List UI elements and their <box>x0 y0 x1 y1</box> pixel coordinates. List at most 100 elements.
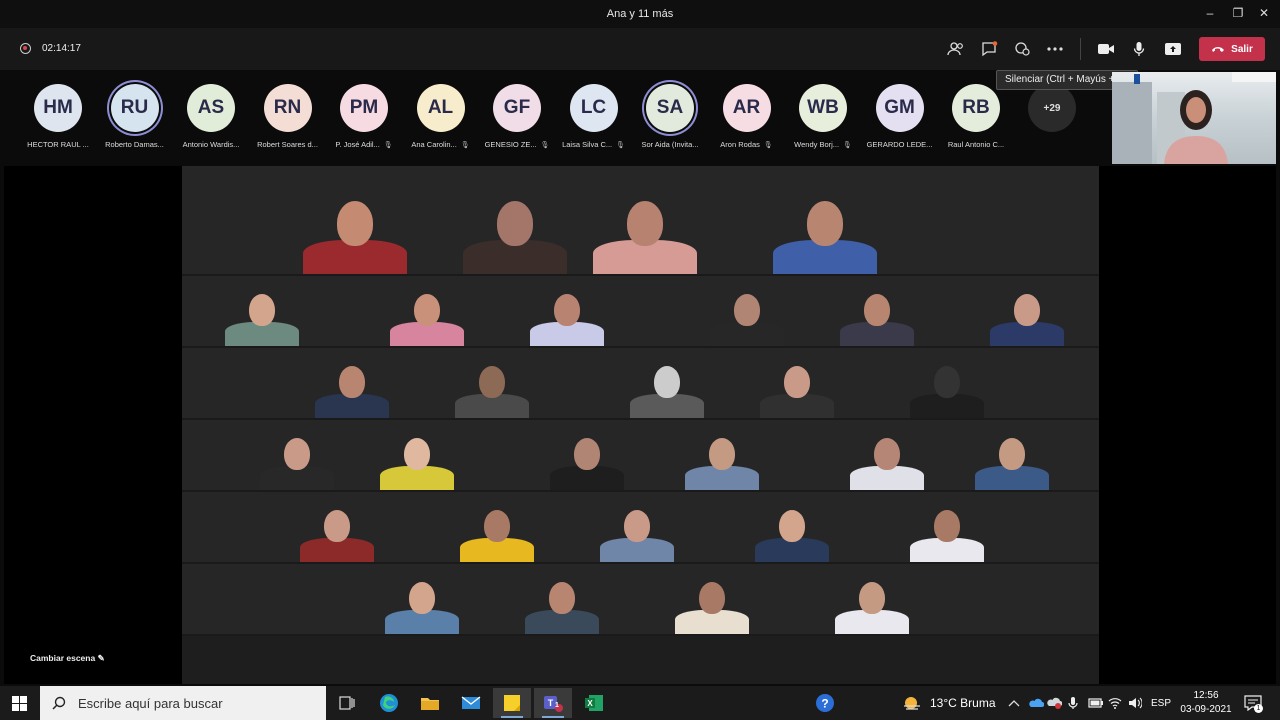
mic-icon[interactable] <box>1128 39 1150 59</box>
participant-video[interactable] <box>747 490 837 562</box>
participant-video[interactable] <box>677 418 767 490</box>
participant-tile[interactable]: AR Aron Rodas 🎙︎ <box>709 84 785 149</box>
muted-mic-icon: 🎙︎ <box>536 142 550 149</box>
participant-name: Roberto Damas... <box>97 140 173 149</box>
participant-video[interactable] <box>382 274 472 346</box>
avatar: HM <box>34 84 82 132</box>
participant-video[interactable] <box>967 418 1057 490</box>
participant-tile[interactable]: WB Wendy Borj... 🎙︎ <box>785 84 861 149</box>
participant-tile[interactable]: RN Robert Soares d... <box>250 84 326 149</box>
participant-video[interactable] <box>522 274 612 346</box>
more-participants-button[interactable]: +29 <box>1028 84 1076 132</box>
participant-video[interactable] <box>292 164 418 274</box>
participant-name: Antonio Wardis... <box>173 140 249 149</box>
chevron-up-icon[interactable] <box>1008 686 1020 720</box>
help-icon[interactable]: ? <box>806 688 844 718</box>
notifications-icon[interactable]: 1 <box>1244 686 1263 720</box>
task-view-icon[interactable] <box>328 688 366 718</box>
windows-start-icon[interactable] <box>12 696 27 716</box>
mail-icon[interactable] <box>452 688 490 718</box>
participant-video[interactable] <box>372 418 462 490</box>
participant-video[interactable] <box>542 418 632 490</box>
participant-video[interactable] <box>582 164 708 274</box>
participant-name: HECTOR RAUL ... <box>20 140 96 149</box>
edge-browser-icon[interactable] <box>370 688 408 718</box>
avatar: LC <box>569 84 618 132</box>
onedrive-icon[interactable] <box>1028 686 1044 720</box>
change-scene-button[interactable]: Cambiar escena ✎ <box>30 653 105 664</box>
participant-head <box>414 294 440 326</box>
participant-video[interactable] <box>307 346 397 418</box>
window-titlebar: Ana y 11 más – ❐ ✕ <box>0 0 1280 28</box>
participant-video[interactable] <box>982 274 1072 346</box>
participant-tile[interactable]: SA Sor Aida (Invita... <box>632 84 708 149</box>
participant-tile[interactable]: AS Antonio Wardis... <box>173 84 249 149</box>
leave-button[interactable]: Salir <box>1199 37 1265 61</box>
avatar: AR <box>722 84 771 132</box>
participant-video[interactable] <box>452 490 542 562</box>
participant-video[interactable] <box>667 562 757 634</box>
participant-video[interactable] <box>702 274 792 346</box>
participant-video[interactable] <box>827 562 917 634</box>
participant-video[interactable] <box>252 418 342 490</box>
participant-video[interactable] <box>447 346 537 418</box>
avatar: RU <box>110 84 159 132</box>
meeting-timer: 02:14:17 <box>42 43 81 54</box>
teams-icon[interactable]: T 1 <box>534 688 572 718</box>
participant-video[interactable] <box>217 274 307 346</box>
muted-mic-icon: 🎙︎ <box>759 142 773 149</box>
participant-tile[interactable]: HM HECTOR RAUL ... <box>20 84 96 149</box>
chat-icon[interactable] <box>978 39 1000 59</box>
close-button[interactable]: ✕ <box>1254 6 1274 20</box>
restore-button[interactable]: ❐ <box>1228 6 1248 20</box>
microphone-tray-icon[interactable] <box>1068 686 1078 720</box>
taskbar-search-box[interactable]: Escribe aquí para buscar <box>40 686 326 720</box>
participant-tile[interactable]: GF GENESIO ZE... 🎙︎ <box>479 84 555 149</box>
participant-video[interactable] <box>292 490 382 562</box>
participant-name: Laisa Silva C... 🎙︎ <box>556 140 632 149</box>
onedrive-sync-icon[interactable] <box>1046 686 1062 720</box>
share-screen-icon[interactable] <box>1162 39 1184 59</box>
participants-icon[interactable] <box>945 39 967 59</box>
participant-video[interactable] <box>842 418 932 490</box>
participant-tile[interactable]: GM GERARDO LEDE... <box>862 84 938 149</box>
participant-tile[interactable]: LC Laisa Silva C... 🎙︎ <box>556 84 632 149</box>
file-explorer-icon[interactable] <box>411 688 449 718</box>
minimize-button[interactable]: – <box>1200 6 1220 20</box>
weather-text: 13°C Bruma <box>930 696 996 710</box>
participant-video[interactable] <box>622 346 712 418</box>
participant-video[interactable] <box>452 164 578 274</box>
participant-tile[interactable]: AL Ana Carolin... 🎙︎ <box>403 84 479 149</box>
volume-icon[interactable] <box>1128 686 1142 720</box>
camera-icon[interactable] <box>1095 39 1117 59</box>
excel-icon[interactable]: X <box>575 688 613 718</box>
more-options-icon[interactable] <box>1044 39 1066 59</box>
weather-widget[interactable]: 13°C Bruma <box>902 686 996 720</box>
participant-name-text: GERARDO LEDE... <box>866 140 933 149</box>
participant-video[interactable] <box>832 274 922 346</box>
battery-icon[interactable] <box>1088 686 1104 720</box>
language-indicator[interactable]: ESP <box>1151 686 1171 720</box>
participant-video[interactable] <box>752 346 842 418</box>
participant-video[interactable] <box>762 164 888 274</box>
taskbar-clock[interactable]: 12:56 03-09-2021 <box>1176 689 1236 717</box>
participant-name-text: Ana Carolin... <box>411 140 457 149</box>
avatar: GM <box>875 84 924 132</box>
reactions-icon[interactable] <box>1011 39 1033 59</box>
participant-video[interactable] <box>517 562 607 634</box>
wifi-icon[interactable] <box>1108 686 1122 720</box>
participant-tile[interactable]: PM P. José Adil... 🎙︎ <box>326 84 402 149</box>
participant-head <box>859 582 885 614</box>
participant-name: Robert Soares d... <box>250 140 326 149</box>
participant-video[interactable] <box>377 562 467 634</box>
participant-tile[interactable]: RB Raul Antonio C... <box>938 84 1014 149</box>
self-view-video[interactable] <box>1112 72 1276 164</box>
participant-video[interactable] <box>592 490 682 562</box>
scene-row <box>182 420 1099 492</box>
participant-video[interactable] <box>902 346 992 418</box>
participant-video[interactable] <box>902 490 992 562</box>
participant-tile[interactable]: RU Roberto Damas... <box>97 84 173 149</box>
participant-head <box>1014 294 1040 326</box>
participant-name-text: GENESIO ZE... <box>484 140 537 149</box>
sticky-notes-icon[interactable] <box>493 688 531 718</box>
